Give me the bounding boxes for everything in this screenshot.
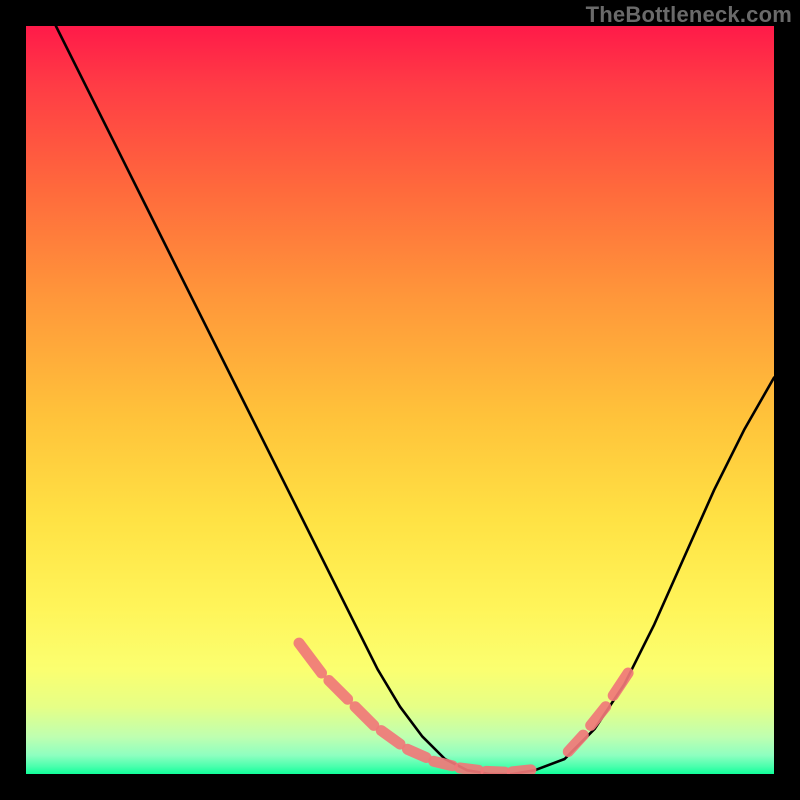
watermark-text: TheBottleneck.com [586, 2, 792, 28]
bottleneck-curve [56, 26, 774, 774]
chart-svg [26, 26, 774, 774]
outer-frame: TheBottleneck.com [0, 0, 800, 800]
highlight-dashes [299, 643, 628, 772]
plot-area [26, 26, 774, 774]
